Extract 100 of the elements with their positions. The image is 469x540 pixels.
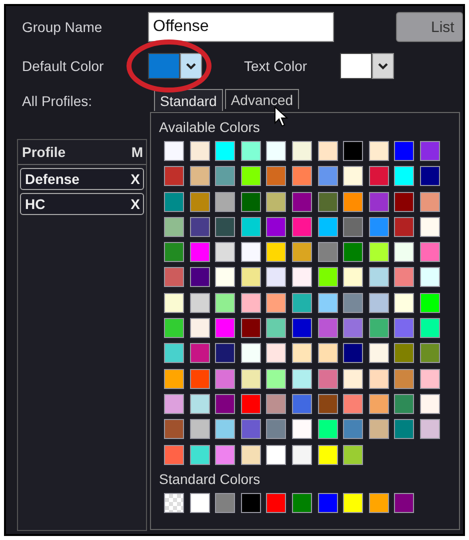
color-swatch[interactable] — [420, 318, 440, 338]
color-swatch[interactable] — [368, 242, 389, 262]
color-swatch[interactable] — [368, 394, 389, 414]
color-swatch[interactable] — [190, 394, 210, 414]
color-swatch[interactable] — [318, 216, 338, 237]
color-swatch[interactable] — [266, 292, 286, 313]
color-swatch[interactable] — [190, 192, 210, 212]
color-swatch[interactable] — [420, 166, 440, 186]
color-swatch[interactable] — [368, 192, 389, 212]
color-swatch[interactable] — [215, 492, 236, 513]
color-swatch[interactable] — [318, 141, 338, 161]
color-swatch[interactable] — [240, 192, 261, 212]
color-swatch[interactable] — [340, 53, 372, 79]
color-swatch[interactable] — [190, 492, 210, 513]
color-swatch[interactable] — [292, 292, 312, 313]
color-swatch[interactable] — [240, 444, 261, 465]
color-swatch[interactable] — [318, 368, 338, 389]
color-swatch[interactable] — [292, 267, 312, 288]
color-swatch[interactable] — [164, 216, 184, 237]
color-swatch[interactable] — [190, 166, 210, 186]
color-swatch[interactable] — [164, 192, 184, 212]
color-swatch[interactable] — [368, 368, 389, 389]
color-swatch[interactable] — [394, 141, 414, 161]
color-swatch[interactable] — [164, 368, 184, 389]
color-swatch[interactable] — [394, 419, 414, 440]
color-swatch[interactable] — [368, 492, 389, 513]
color-swatch[interactable] — [164, 242, 184, 262]
color-swatch[interactable] — [318, 318, 338, 338]
color-swatch[interactable] — [164, 444, 184, 465]
color-swatch[interactable] — [266, 192, 286, 212]
color-swatch[interactable] — [420, 192, 440, 212]
color-swatch[interactable] — [240, 419, 261, 440]
color-swatch[interactable] — [420, 292, 440, 313]
color-swatch[interactable] — [190, 292, 210, 313]
color-swatch[interactable] — [190, 141, 210, 161]
color-swatch[interactable] — [420, 419, 440, 440]
color-swatch[interactable] — [368, 343, 389, 364]
color-swatch[interactable] — [215, 444, 236, 465]
color-swatch[interactable] — [394, 292, 414, 313]
color-swatch[interactable] — [240, 343, 261, 364]
color-swatch[interactable] — [318, 343, 338, 364]
color-swatch[interactable] — [343, 166, 364, 186]
color-swatch[interactable] — [420, 394, 440, 414]
color-swatch[interactable] — [343, 444, 364, 465]
color-swatch[interactable] — [215, 192, 236, 212]
color-swatch[interactable] — [318, 242, 338, 262]
table-row[interactable]: Defense X — [20, 168, 144, 190]
color-swatch[interactable] — [266, 141, 286, 161]
color-swatch[interactable] — [420, 242, 440, 262]
color-swatch[interactable] — [164, 343, 184, 364]
color-swatch[interactable] — [190, 444, 210, 465]
color-swatch[interactable] — [394, 492, 414, 513]
color-swatch[interactable] — [266, 444, 286, 465]
color-swatch[interactable] — [266, 242, 286, 262]
color-swatch[interactable] — [292, 141, 312, 161]
color-swatch[interactable] — [343, 192, 364, 212]
color-swatch[interactable] — [318, 166, 338, 186]
color-swatch[interactable] — [240, 394, 261, 414]
color-swatch[interactable] — [368, 419, 389, 440]
tab[interactable]: Advanced — [224, 89, 300, 109]
table-row[interactable]: HC X — [20, 193, 144, 215]
color-swatch[interactable] — [343, 394, 364, 414]
color-swatch[interactable] — [318, 419, 338, 440]
color-swatch[interactable] — [190, 267, 210, 288]
color-swatch[interactable] — [318, 394, 338, 414]
color-swatch[interactable] — [240, 216, 261, 237]
transparent-swatch[interactable] — [164, 492, 184, 513]
color-swatch[interactable] — [394, 318, 414, 338]
color-swatch[interactable] — [164, 419, 184, 440]
color-swatch[interactable] — [343, 141, 364, 161]
list-view-button[interactable]: List — [396, 12, 463, 42]
color-swatch[interactable] — [394, 267, 414, 288]
color-swatch[interactable] — [292, 492, 312, 513]
color-swatch[interactable] — [394, 242, 414, 262]
color-swatch[interactable] — [394, 368, 414, 389]
color-swatch[interactable] — [420, 368, 440, 389]
color-swatch[interactable] — [190, 343, 210, 364]
color-swatch[interactable] — [266, 166, 286, 186]
color-swatch[interactable] — [240, 318, 261, 338]
color-swatch[interactable] — [292, 166, 312, 186]
color-swatch[interactable] — [292, 444, 312, 465]
color-swatch[interactable] — [190, 216, 210, 237]
color-swatch[interactable] — [266, 267, 286, 288]
color-swatch[interactable] — [292, 318, 312, 338]
color-swatch[interactable] — [318, 292, 338, 313]
color-swatch[interactable] — [215, 216, 236, 237]
color-swatch[interactable] — [420, 141, 440, 161]
group-name-field[interactable]: Offense — [148, 12, 334, 42]
color-swatch[interactable] — [240, 242, 261, 262]
color-swatch[interactable] — [148, 53, 180, 79]
color-swatch[interactable] — [343, 216, 364, 237]
color-swatch[interactable] — [318, 267, 338, 288]
color-swatch[interactable] — [394, 343, 414, 364]
color-swatch[interactable] — [266, 318, 286, 338]
color-swatch[interactable] — [368, 318, 389, 338]
color-swatch[interactable] — [190, 368, 210, 389]
color-swatch[interactable] — [343, 343, 364, 364]
color-swatch[interactable] — [240, 492, 261, 513]
color-swatch[interactable] — [164, 318, 184, 338]
color-swatch[interactable] — [215, 318, 236, 338]
